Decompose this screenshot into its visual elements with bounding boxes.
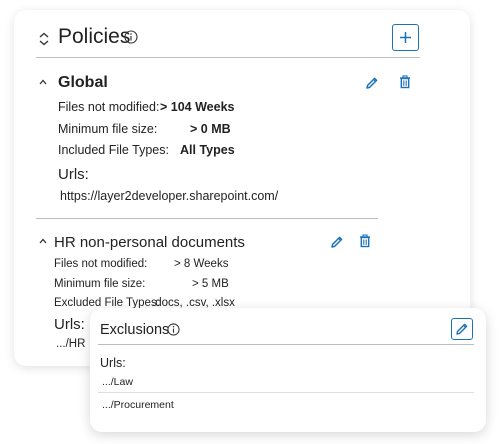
exclusion-row-divider	[98, 392, 474, 393]
global-value-size: > 0 MB	[190, 122, 231, 136]
add-policy-button[interactable]	[392, 24, 419, 51]
trash-icon[interactable]	[359, 234, 371, 248]
global-label-filetypes: Included File Types:	[58, 143, 169, 157]
header-divider	[36, 57, 420, 58]
exclusions-urls-heading: Urls:	[100, 356, 126, 370]
info-icon[interactable]	[167, 323, 180, 336]
policy-divider	[36, 218, 378, 219]
plus-icon	[399, 31, 412, 44]
global-value-modified: > 104 Weeks	[160, 100, 235, 114]
global-url: https://layer2developer.sharepoint.com/	[60, 189, 279, 203]
hr-value-size: > 5 MB	[192, 278, 229, 290]
exclusions-card: Exclusions Urls: .../Law .../Procurement	[90, 308, 486, 432]
hr-url: .../HR	[56, 338, 86, 350]
pencil-icon[interactable]	[365, 76, 379, 90]
hr-label-modified: Files not modified:	[54, 258, 148, 270]
pencil-icon[interactable]	[330, 235, 344, 249]
policy-title-hr: HR non-personal documents	[54, 234, 245, 251]
pencil-icon	[455, 322, 469, 336]
global-label-modified: Files not modified:	[58, 100, 160, 114]
exclusion-url: .../Procurement	[102, 399, 174, 411]
info-icon[interactable]	[124, 30, 138, 44]
trash-icon[interactable]	[399, 75, 411, 89]
page-title: Policies	[58, 25, 131, 48]
policy-title-global: Global	[58, 74, 108, 91]
collapse-icon[interactable]	[38, 32, 50, 46]
global-label-size: Minimum file size:	[58, 122, 158, 136]
edit-exclusions-button[interactable]	[451, 318, 473, 340]
exclusion-url: .../Law	[102, 376, 133, 388]
global-urls-heading: Urls:	[58, 166, 89, 183]
hr-value-modified: > 8 Weeks	[174, 258, 229, 270]
hr-urls-heading: Urls:	[54, 316, 85, 333]
exclusions-title: Exclusions	[100, 322, 170, 338]
chevron-up-icon[interactable]	[38, 78, 48, 86]
global-value-filetypes: All Types	[180, 143, 235, 157]
chevron-up-icon[interactable]	[38, 237, 48, 245]
hr-label-size: Minimum file size:	[54, 278, 146, 290]
exclusions-divider	[98, 344, 474, 345]
